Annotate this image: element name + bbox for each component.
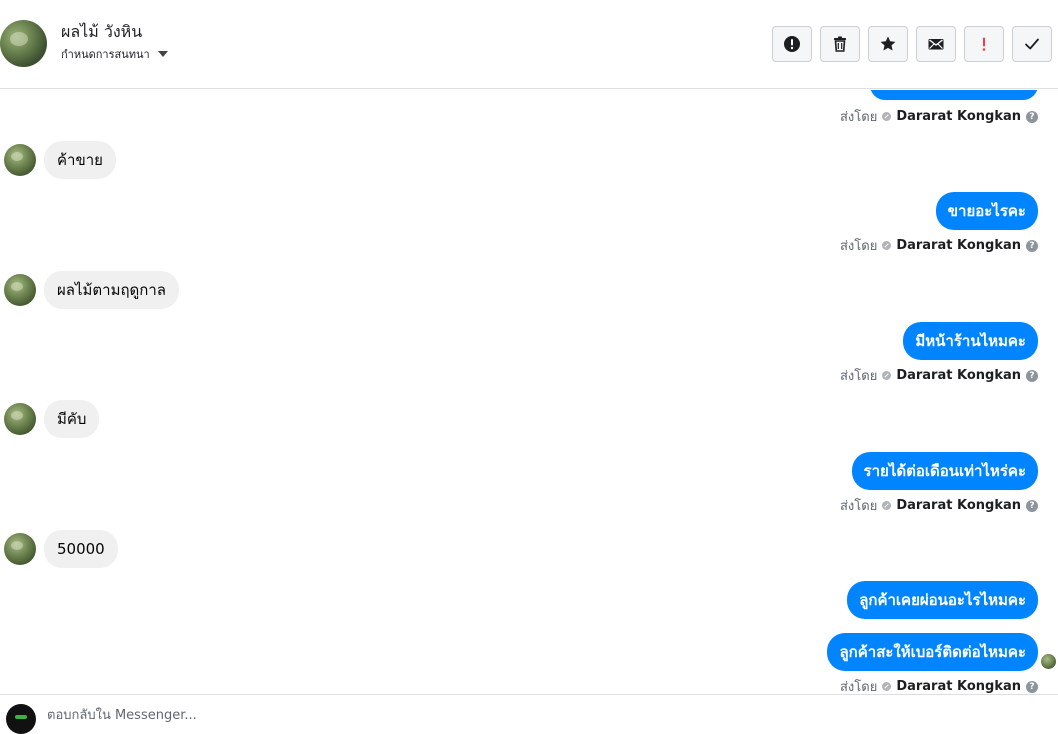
help-icon[interactable]: ?	[1026, 369, 1038, 382]
conversation-header: ผลไม้ วังหิน กำหนดการสนทนา	[0, 0, 1058, 89]
page-badge-icon	[882, 371, 892, 380]
seen-avatar	[1041, 654, 1056, 669]
page-badge-icon	[882, 501, 892, 510]
sent-by-label: ส่งโดย	[839, 680, 878, 694]
message-bubble[interactable]: ขายอะไรคะ	[935, 192, 1038, 230]
message-outgoing: ลูกค้าเคยผ่อนอะไรไหมคะ	[847, 581, 1038, 619]
message-outgoing: ขายอะไรคะ	[935, 192, 1038, 230]
message-incoming: ผลไม้ตามฤดูกาล	[4, 271, 179, 309]
sent-by-label: ส่งโดย	[839, 369, 878, 384]
sent-by-label: ส่งโดย	[839, 239, 878, 254]
message-bubble[interactable]: ผลไม้ตามฤดูกาล	[44, 271, 179, 309]
mark-done-button[interactable]	[1012, 26, 1052, 62]
sender-name[interactable]: Dararat Kongkan	[896, 238, 1021, 253]
envelope-icon	[928, 39, 944, 50]
sent-by-line: ส่งโดย Dararat Kongkan ?	[840, 235, 1038, 256]
sent-by-label: ส่งโดย	[839, 110, 878, 125]
star-button[interactable]	[868, 26, 908, 62]
message-bubble[interactable]: ค้าขาย	[44, 141, 116, 179]
sent-by-line: ส่งโดย Dararat Kongkan ?	[840, 106, 1038, 127]
alert-circle-icon	[784, 36, 800, 52]
help-icon[interactable]: ?	[1026, 239, 1038, 252]
page-badge-icon	[882, 241, 892, 250]
conversation-settings-dropdown[interactable]: กำหนดการสนทนา	[61, 45, 168, 63]
reply-composer	[0, 694, 1058, 734]
contact-avatar-small[interactable]	[4, 403, 36, 435]
sent-by-line: ส่งโดย Dararat Kongkan ?	[840, 676, 1038, 694]
report-button[interactable]	[772, 26, 812, 62]
help-icon[interactable]: ?	[1026, 110, 1038, 123]
sent-by-label: ส่งโดย	[839, 499, 878, 514]
page-badge-icon	[882, 112, 892, 121]
check-icon	[1025, 38, 1039, 50]
message-outgoing: รายได้ต่อเดือนเท่าไหร่คะ	[851, 452, 1038, 490]
conversation-settings-label: กำหนดการสนทนา	[61, 48, 150, 61]
caret-down-icon	[157, 51, 168, 57]
message-bubble[interactable]: ลูกค้าสะให้เบอร์ติดต่อไหมคะ	[827, 633, 1038, 671]
conversation-toolbar	[772, 26, 1052, 62]
sender-name[interactable]: Dararat Kongkan	[896, 109, 1021, 124]
delete-button[interactable]	[820, 26, 860, 62]
message-incoming: มีคับ	[4, 400, 100, 438]
sent-by-line: ส่งโดย Dararat Kongkan ?	[840, 495, 1038, 516]
sent-by-line: ส่งโดย Dararat Kongkan ?	[840, 365, 1038, 386]
star-icon	[880, 36, 896, 51]
page-avatar	[6, 704, 36, 734]
message-bubble[interactable]	[870, 90, 1038, 100]
exclamation-icon	[982, 37, 986, 51]
message-incoming: 50000	[4, 530, 118, 568]
spam-button[interactable]	[964, 26, 1004, 62]
message-bubble[interactable]: มีหน้าร้านไหมคะ	[903, 322, 1038, 360]
reply-input[interactable]	[47, 705, 947, 725]
contact-avatar-small[interactable]	[4, 533, 36, 565]
message-incoming: ค้าขาย	[4, 141, 116, 179]
contact-avatar-small[interactable]	[4, 144, 36, 176]
message-bubble[interactable]: มีคับ	[44, 400, 100, 438]
sender-name[interactable]: Dararat Kongkan	[896, 679, 1021, 694]
message-bubble[interactable]: ลูกค้าเคยผ่อนอะไรไหมคะ	[847, 581, 1038, 619]
contact-name[interactable]: ผลไม้ วังหิน	[61, 20, 142, 45]
sender-name[interactable]: Dararat Kongkan	[896, 498, 1021, 513]
help-icon[interactable]: ?	[1026, 499, 1038, 512]
mark-unread-button[interactable]	[916, 26, 956, 62]
message-bubble[interactable]: 50000	[44, 530, 118, 568]
message-thread[interactable]: ส่งโดย Dararat Kongkan ? ค้าขาย ขายอะไรค…	[0, 90, 1058, 694]
contact-avatar-small[interactable]	[4, 274, 36, 306]
message-outgoing: มีหน้าร้านไหมคะ	[903, 322, 1038, 360]
message-outgoing: ลูกค้าสะให้เบอร์ติดต่อไหมคะ	[827, 633, 1038, 671]
sender-name[interactable]: Dararat Kongkan	[896, 368, 1021, 383]
contact-avatar[interactable]	[0, 20, 47, 67]
message-outgoing-partial	[870, 90, 1038, 100]
page-badge-icon	[882, 682, 892, 691]
help-icon[interactable]: ?	[1026, 680, 1038, 693]
message-bubble[interactable]: รายได้ต่อเดือนเท่าไหร่คะ	[851, 452, 1038, 490]
trash-icon	[834, 36, 846, 52]
